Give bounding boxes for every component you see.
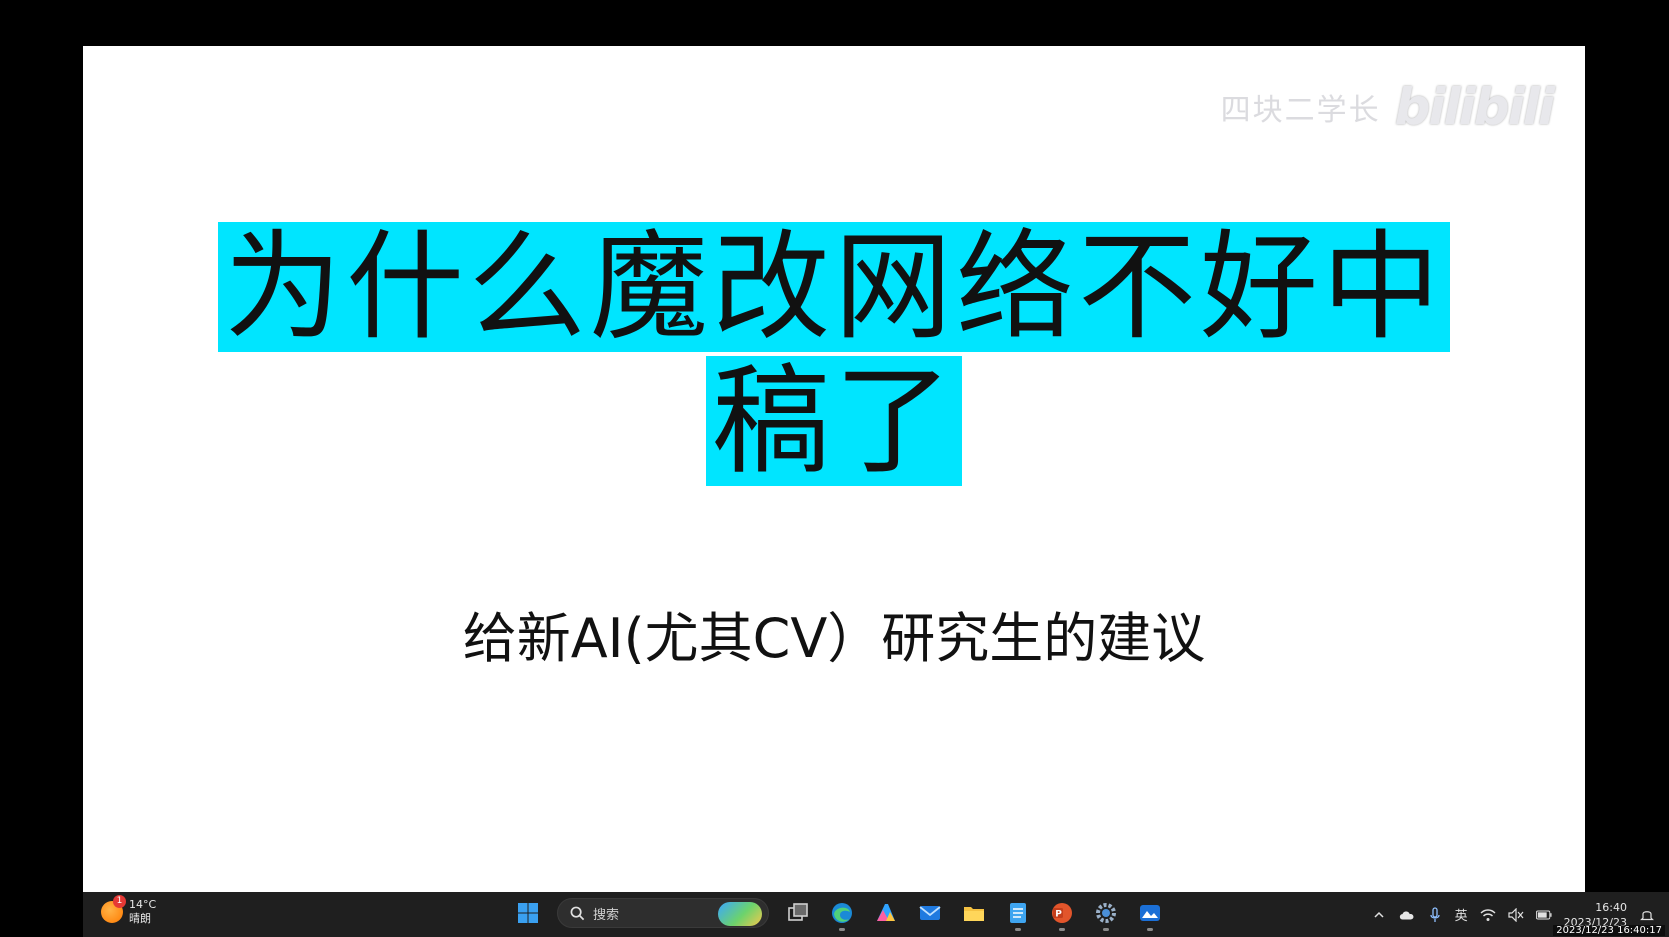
bilibili-logo-icon: bilibili (1394, 78, 1555, 136)
powerpoint-icon[interactable]: P (1047, 898, 1077, 931)
onedrive-cloud-icon[interactable] (1399, 907, 1415, 923)
volume-muted-icon[interactable] (1507, 907, 1524, 923)
weather-notification-badge: 1 (113, 895, 126, 908)
file-explorer-icon[interactable] (959, 898, 989, 928)
screen: 为什么魔改网络不好中 稿了 给新AI(尤其CV）研究生的建议 四块二学长 bil… (0, 0, 1669, 937)
chevron-up-icon[interactable] (1371, 907, 1387, 923)
svg-text:P: P (1055, 910, 1062, 920)
running-indicator (1015, 928, 1021, 931)
watermark-channel-name: 四块二学长 (1220, 93, 1381, 128)
running-indicator (1103, 928, 1109, 931)
input-method-indicator[interactable]: 英 (1455, 905, 1468, 924)
taskbar-apps: 搜索 P (513, 898, 1165, 931)
search-label: 搜索 (593, 907, 620, 923)
windows-start-icon[interactable] (513, 898, 543, 928)
presentation-slide: 为什么魔改网络不好中 稿了 给新AI(尤其CV）研究生的建议 四块二学长 bil… (83, 46, 1585, 892)
edge-browser-icon[interactable] (827, 898, 857, 931)
mail-icon[interactable] (915, 898, 945, 928)
running-indicator (1059, 928, 1065, 931)
slide-title: 为什么魔改网络不好中 稿了 (83, 222, 1585, 490)
weather-widget[interactable]: 1 14°C 晴朗 (101, 895, 156, 926)
battery-icon[interactable] (1535, 907, 1552, 923)
running-indicator (1147, 928, 1153, 931)
weather-condition: 晴朗 (129, 912, 151, 925)
weather-temperature: 14°C (129, 898, 157, 911)
settings-gear-icon[interactable] (1091, 898, 1121, 931)
running-indicator (839, 928, 845, 931)
sun-icon: 1 (101, 895, 126, 923)
task-view-icon[interactable] (783, 898, 813, 928)
copilot-icon[interactable] (871, 898, 901, 928)
taskbar: 1 14°C 晴朗 搜索 P 英 16:40 2023/12/23 2023/1… (83, 892, 1669, 937)
notification-icon[interactable] (1639, 907, 1655, 923)
photos-icon[interactable] (1135, 898, 1165, 931)
microphone-icon[interactable] (1427, 906, 1443, 923)
weather-text: 14°C 晴朗 (129, 898, 156, 926)
recording-timestamp: 2023/12/23 16:40:17 (1553, 925, 1665, 936)
search-icon (570, 906, 585, 920)
bilibili-watermark: 四块二学长 bilibili (1220, 78, 1555, 136)
wifi-icon[interactable] (1480, 907, 1496, 923)
clock-time: 16:40 (1595, 900, 1627, 914)
taskbar-search-box[interactable]: 搜索 (557, 898, 769, 928)
slide-title-line-2: 稿了 (705, 356, 962, 486)
slide-title-line-1: 为什么魔改网络不好中 (217, 222, 1450, 352)
slide-subtitle: 给新AI(尤其CV）研究生的建议 (462, 607, 1206, 670)
search-highlight-image-icon (718, 902, 762, 926)
notepad-icon[interactable] (1003, 898, 1033, 931)
